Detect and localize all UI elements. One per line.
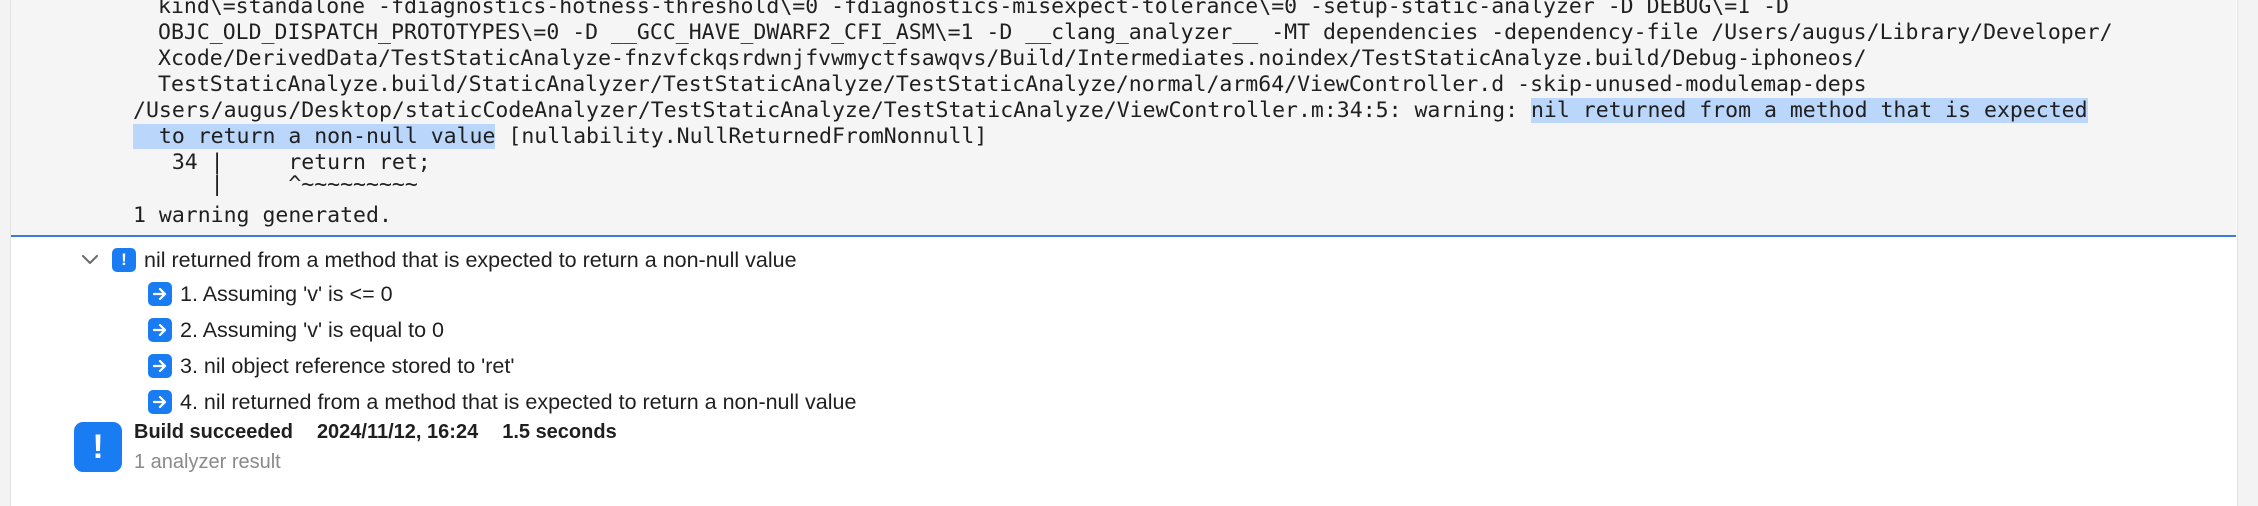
arrow-right-icon (148, 282, 172, 306)
build-timestamp: 2024/11/12, 16:24 (316, 421, 479, 443)
log-warning-line-cont[interactable]: to return a non-null value [nullability.… (133, 124, 987, 150)
issue-row[interactable]: ! nil returned from a method that is exp… (80, 245, 797, 275)
log-summary-line: 1 warning generated. (133, 203, 392, 228)
log-line: OBJC_OLD_DISPATCH_PROTOTYPES\=0 -D __GCC… (158, 20, 2113, 45)
log-selected-text: nil returned from a method that is expec… (1530, 98, 2088, 123)
analyzer-issue-icon: ! (112, 248, 136, 272)
issue-step[interactable]: 2. Assuming 'v' is equal to 0 (148, 315, 444, 345)
issue-step-label: 1. Assuming 'v' is <= 0 (180, 281, 393, 306)
right-gutter (2237, 0, 2258, 506)
log-warning-category: [nullability.NullReturnedFromNonnull] (495, 124, 988, 149)
build-summary: 1 analyzer result (134, 451, 281, 473)
issue-title: nil returned from a method that is expec… (144, 247, 797, 272)
arrow-right-icon (148, 354, 172, 378)
build-log-transcript[interactable]: kind\=standalone -fdiagnostics-hotness-t… (11, 0, 2236, 237)
issue-step-label: 2. Assuming 'v' is equal to 0 (180, 317, 444, 342)
log-warning-path: /Users/augus/Desktop/staticCodeAnalyzer/… (133, 98, 1531, 123)
log-line: TestStaticAnalyze.build/StaticAnalyzer/T… (158, 72, 1867, 97)
arrow-right-icon (148, 390, 172, 414)
log-caret-line: | ^~~~~~~~~~ (133, 172, 418, 197)
log-line: Xcode/DerivedData/TestStaticAnalyze-fnzv… (158, 46, 1867, 71)
issue-step-label: 3. nil object reference stored to 'ret' (180, 353, 515, 378)
log-line: kind\=standalone -fdiagnostics-hotness-t… (158, 0, 1789, 19)
issue-step[interactable]: 1. Assuming 'v' is <= 0 (148, 279, 393, 309)
build-status: Build succeeded (134, 421, 293, 443)
issue-step-label: 4. nil returned from a method that is ex… (180, 389, 857, 414)
chevron-down-icon[interactable] (80, 250, 100, 270)
build-status-line[interactable]: Build succeeded 2024/11/12, 16:24 1.5 se… (134, 421, 641, 444)
arrow-right-icon (148, 318, 172, 342)
build-result-icon: ! (74, 422, 122, 472)
build-duration: 1.5 seconds (502, 421, 617, 443)
log-warning-line[interactable]: /Users/augus/Desktop/staticCodeAnalyzer/… (133, 98, 2088, 124)
left-gutter (0, 0, 11, 506)
issue-step[interactable]: 4. nil returned from a method that is ex… (148, 387, 856, 417)
issue-step[interactable]: 3. nil object reference stored to 'ret' (148, 351, 514, 381)
log-selected-text: to return a non-null value (133, 124, 496, 149)
